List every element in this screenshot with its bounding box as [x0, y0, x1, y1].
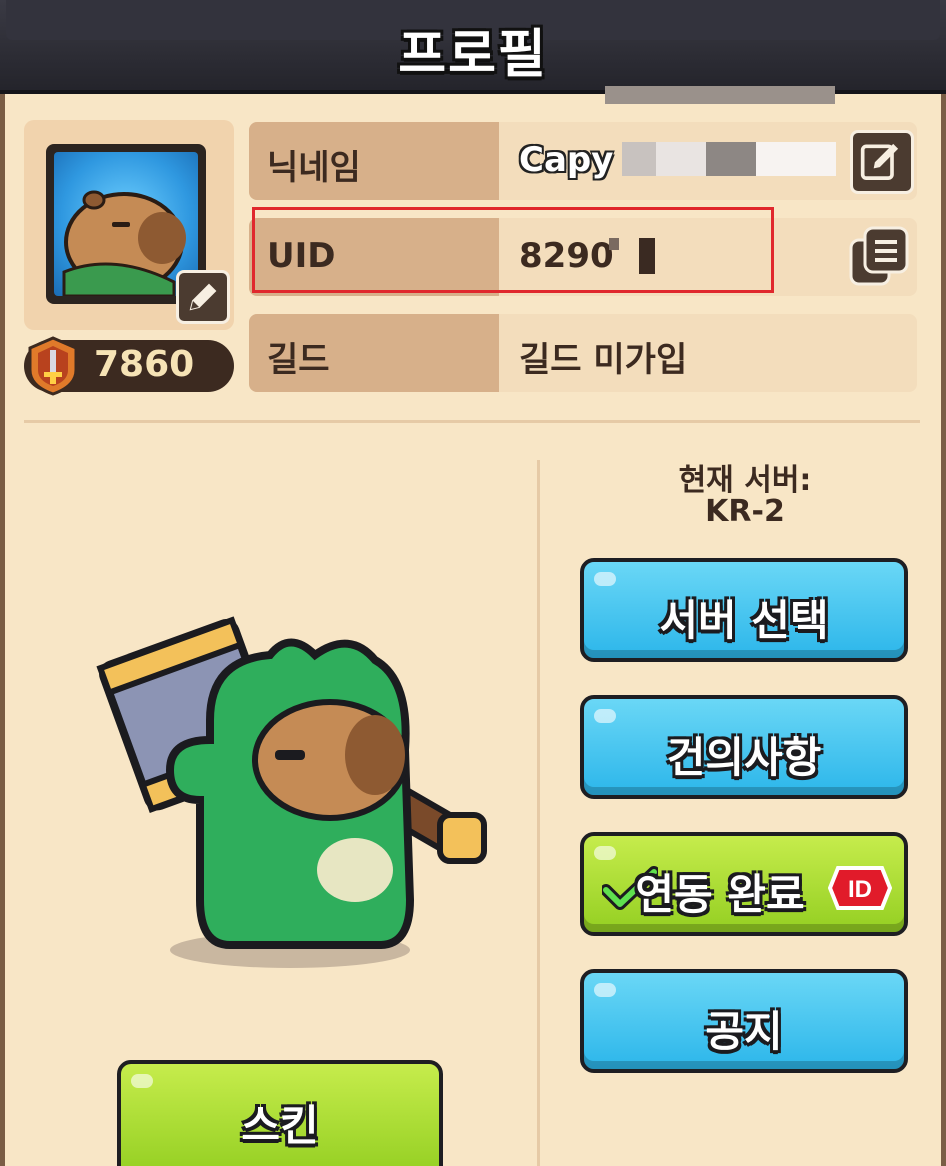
nickname-row: 닉네임 Capy — [249, 122, 917, 200]
nickname-edit-button[interactable] — [850, 130, 914, 194]
id-badge-icon: ID — [828, 866, 892, 910]
profile-screen: 프로필 7860 닉네임 Capy UID 8290 길드 길드 미가입 현재 … — [0, 0, 946, 1166]
suggestions-label: 건의사항 — [666, 733, 822, 782]
id-badge-text: ID — [848, 876, 872, 903]
suggestions-button[interactable]: 건의사항 — [580, 695, 908, 799]
notice-button[interactable]: 공지 — [580, 969, 908, 1073]
server-select-button[interactable]: 서버 선택 — [580, 558, 908, 662]
edit-icon — [189, 283, 217, 311]
server-select-label: 서버 선택 — [659, 596, 829, 645]
uid-highlight-box — [252, 207, 774, 293]
avatar-edit-button[interactable] — [176, 270, 230, 324]
power-badge: 7860 — [24, 336, 234, 396]
guild-row: 길드 길드 미가입 — [249, 314, 917, 392]
nickname-label: 닉네임 — [267, 148, 361, 188]
current-server-label: 현재 서버: — [678, 463, 812, 498]
sword-badge-icon — [28, 336, 78, 396]
skin-button[interactable]: 스킨 — [117, 1060, 443, 1166]
current-server-value: KR-2 — [705, 494, 785, 529]
notice-label: 공지 — [705, 1007, 783, 1056]
power-value: 7860 — [94, 344, 195, 385]
horizontal-divider — [24, 420, 920, 423]
copy-icon[interactable] — [845, 222, 913, 290]
guild-value: 길드 미가입 — [519, 340, 688, 380]
header-bar: 프로필 — [0, 0, 946, 94]
guild-label: 길드 — [267, 340, 330, 380]
nickname-value: Capy — [519, 140, 614, 180]
vertical-divider — [537, 460, 540, 1166]
redaction-bar — [605, 86, 835, 104]
skin-label: 스킨 — [241, 1101, 319, 1150]
edit-icon — [860, 143, 899, 180]
account-link-label: 연동 완료 — [635, 870, 805, 919]
account-link-button[interactable]: 연동 완료 ID — [580, 832, 908, 936]
character-preview — [96, 616, 487, 968]
page-title: 프로필 — [398, 25, 548, 85]
